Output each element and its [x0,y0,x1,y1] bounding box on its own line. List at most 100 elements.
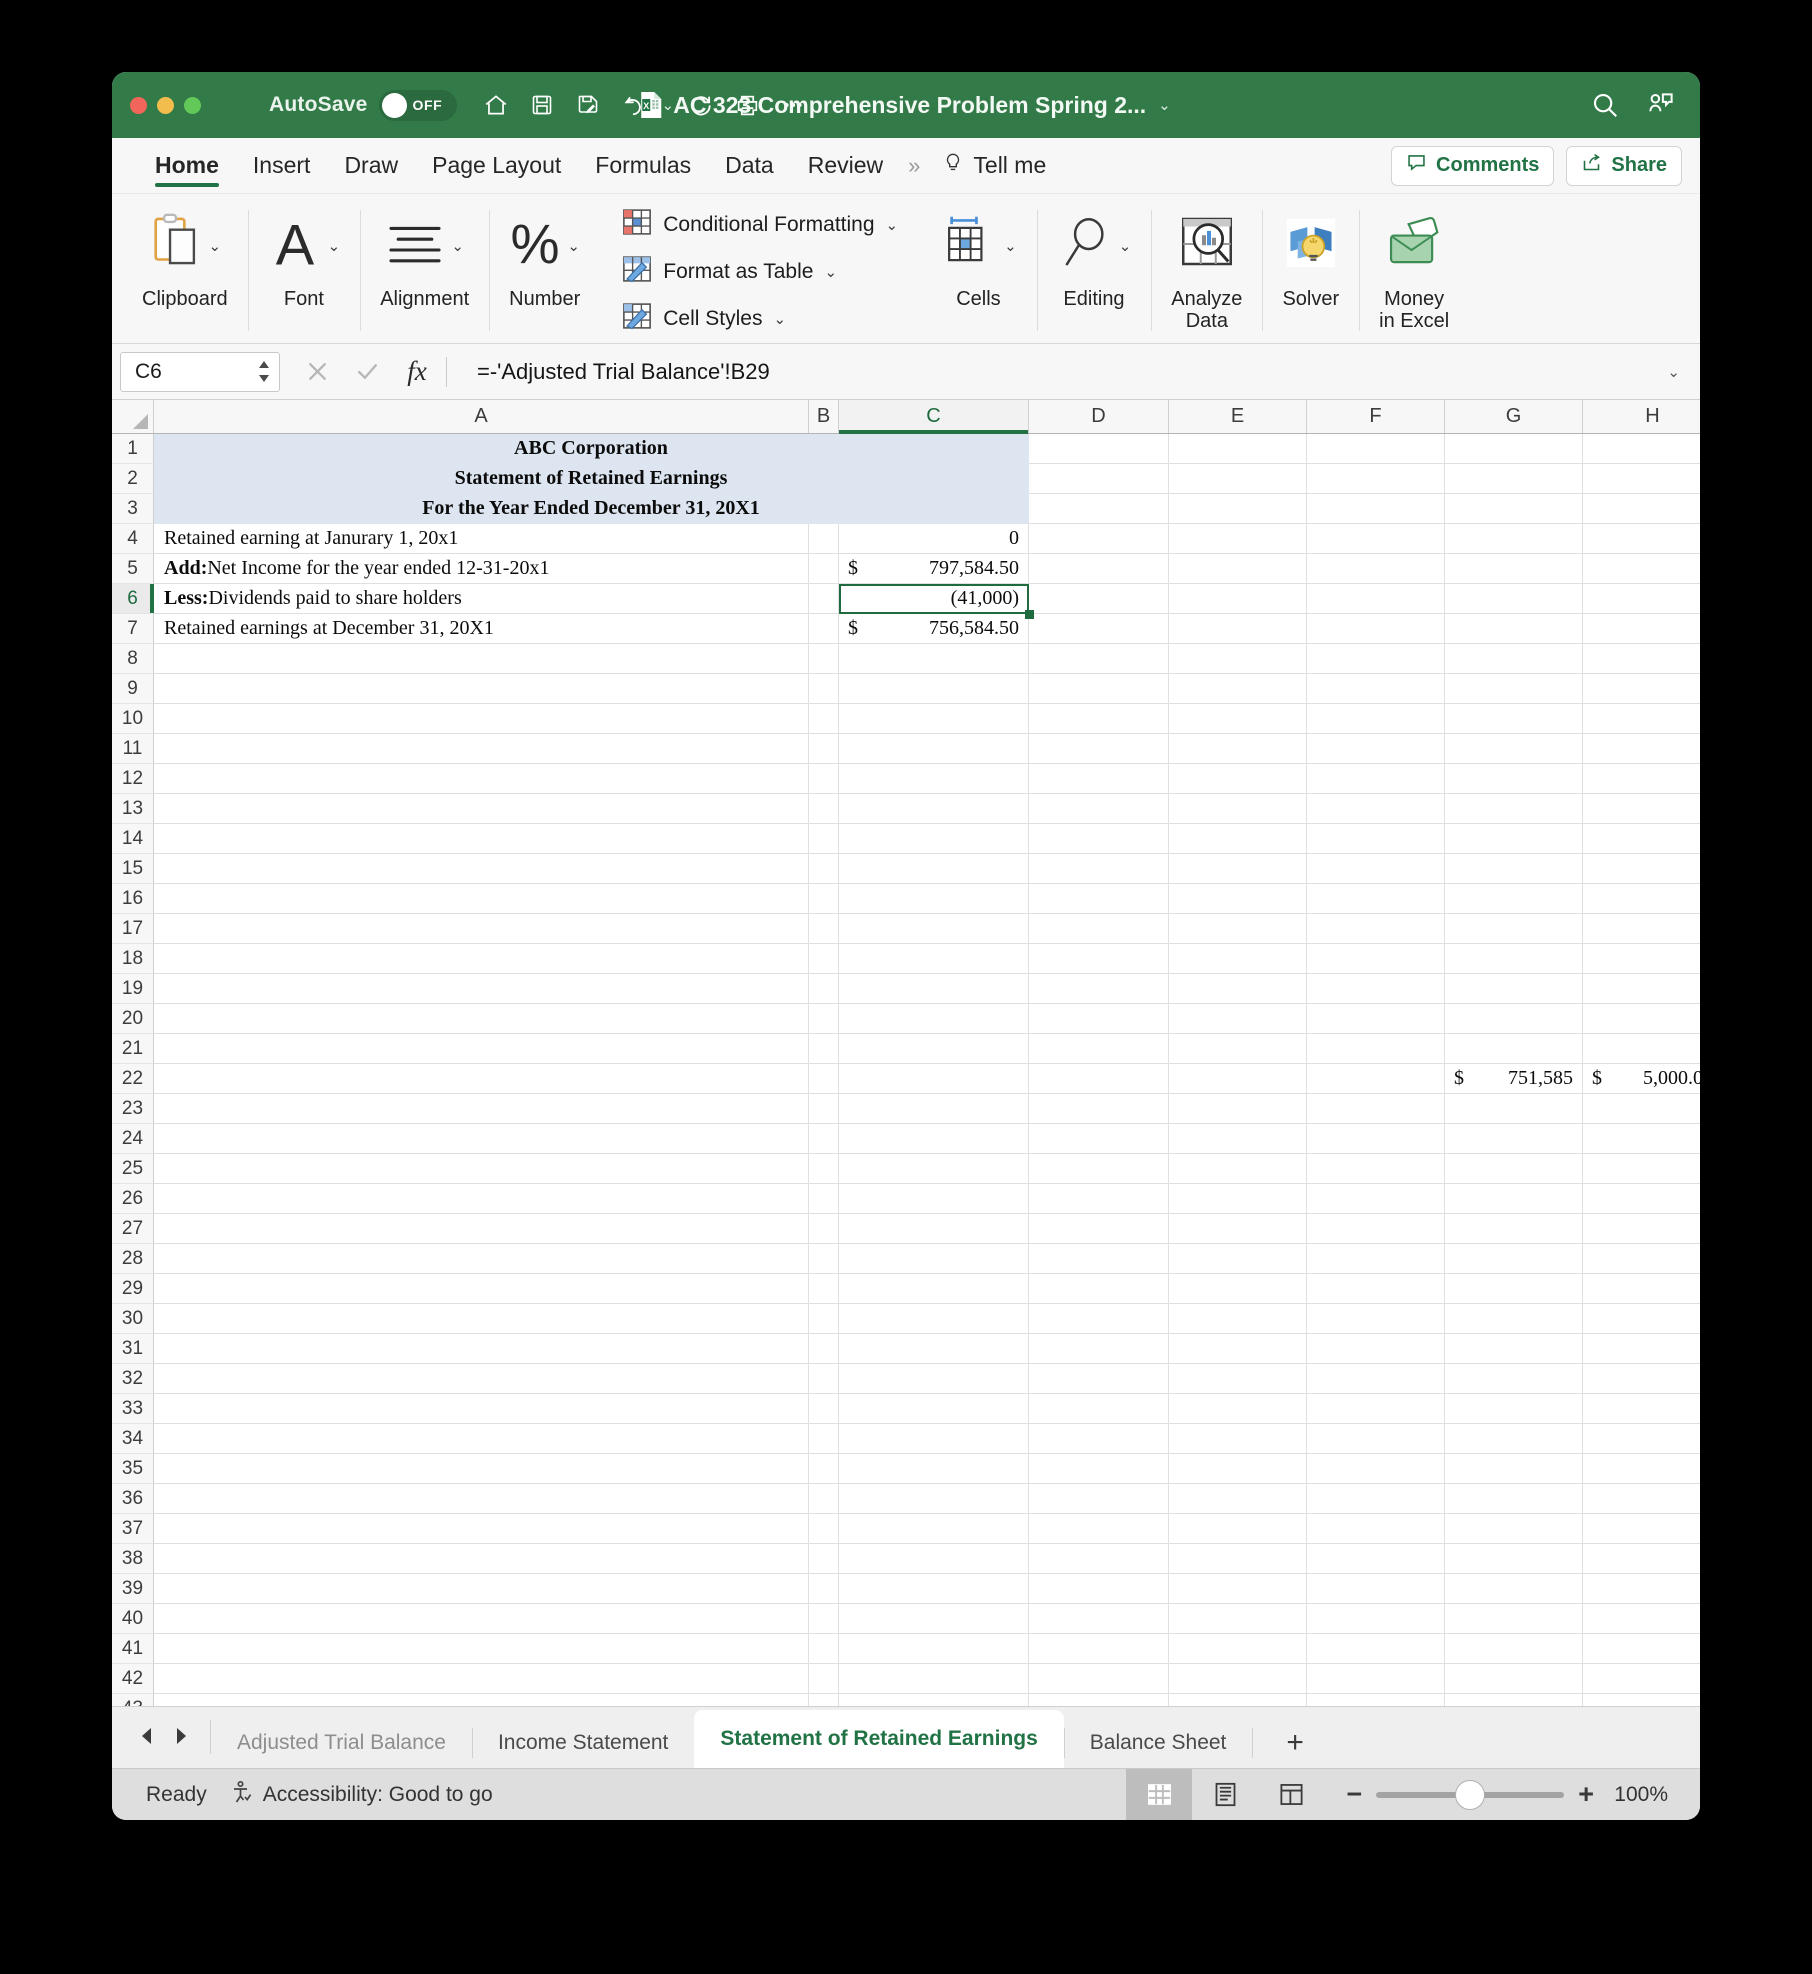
cell-G30[interactable] [1445,1304,1583,1334]
cell-B12[interactable] [809,764,839,794]
cell-C36[interactable] [839,1484,1029,1514]
page-layout-view-icon[interactable] [1192,1769,1258,1820]
cell-B10[interactable] [809,704,839,734]
cell-D5[interactable] [1029,554,1169,584]
cell-F33[interactable] [1307,1394,1445,1424]
cell-E41[interactable] [1169,1634,1307,1664]
cell-A1[interactable]: ABC Corporation [154,434,1029,464]
tab-page-layout[interactable]: Page Layout [415,138,578,193]
cell-A42[interactable] [154,1664,809,1694]
zoom-slider-knob[interactable] [1455,1779,1486,1810]
cell-C16[interactable] [839,884,1029,914]
cell-H8[interactable] [1583,644,1700,674]
cell-A21[interactable] [154,1034,809,1064]
column-header-h[interactable]: H [1583,400,1700,433]
cell-C17[interactable] [839,914,1029,944]
cell-B33[interactable] [809,1394,839,1424]
cell-B24[interactable] [809,1124,839,1154]
cell-H19[interactable] [1583,974,1700,1004]
cell-C40[interactable] [839,1604,1029,1634]
cell-A29[interactable] [154,1274,809,1304]
cell-G29[interactable] [1445,1274,1583,1304]
cell-G17[interactable] [1445,914,1583,944]
row-header-5[interactable]: 5 [112,554,154,584]
cell-A19[interactable] [154,974,809,1004]
cell-F40[interactable] [1307,1604,1445,1634]
cell-F1[interactable] [1307,434,1445,464]
tab-home[interactable]: Home [138,138,236,193]
alignment-chevron-down-icon[interactable]: ⌄ [451,237,464,255]
cell-A12[interactable] [154,764,809,794]
page-break-view-icon[interactable] [1258,1769,1324,1820]
editing-group[interactable]: ⌄ Editing [1036,200,1152,343]
cell-E29[interactable] [1169,1274,1307,1304]
cell-G9[interactable] [1445,674,1583,704]
cell-C9[interactable] [839,674,1029,704]
cell-D29[interactable] [1029,1274,1169,1304]
cell-E26[interactable] [1169,1184,1307,1214]
number-group[interactable]: % ⌄ Number [489,200,600,343]
cell-F7[interactable] [1307,614,1445,644]
cell-B17[interactable] [809,914,839,944]
cell-B43[interactable] [809,1694,839,1706]
row-header-25[interactable]: 25 [112,1154,154,1184]
sheet-tab-statement-of-retained-earnings[interactable]: Statement of Retained Earnings [694,1710,1064,1768]
row-header-29[interactable]: 29 [112,1274,154,1304]
cell-F24[interactable] [1307,1124,1445,1154]
cell-E31[interactable] [1169,1334,1307,1364]
cell-B38[interactable] [809,1544,839,1574]
search-icon[interactable] [1584,84,1626,126]
cell-A4[interactable]: Retained earning at Janurary 1, 20x1 [154,524,809,554]
cell-D10[interactable] [1029,704,1169,734]
cell-F37[interactable] [1307,1514,1445,1544]
cell-A2[interactable]: Statement of Retained Earnings [154,464,1029,494]
cell-F28[interactable] [1307,1244,1445,1274]
cell-F29[interactable] [1307,1274,1445,1304]
cell-C30[interactable] [839,1304,1029,1334]
cell-C10[interactable] [839,704,1029,734]
font-group[interactable]: A ⌄ Font [247,200,361,343]
cell-H13[interactable] [1583,794,1700,824]
cell-B34[interactable] [809,1424,839,1454]
cell-B32[interactable] [809,1364,839,1394]
cell-H24[interactable] [1583,1124,1700,1154]
cell-A37[interactable] [154,1514,809,1544]
cell-A20[interactable] [154,1004,809,1034]
cell-G5[interactable] [1445,554,1583,584]
cell-G36[interactable] [1445,1484,1583,1514]
cell-H39[interactable] [1583,1574,1700,1604]
cell-A23[interactable] [154,1094,809,1124]
cell-B8[interactable] [809,644,839,674]
cell-A15[interactable] [154,854,809,884]
cell-A30[interactable] [154,1304,809,1334]
insert-function-icon[interactable]: fx [394,350,440,394]
cell-E23[interactable] [1169,1094,1307,1124]
cell-E39[interactable] [1169,1574,1307,1604]
cell-C39[interactable] [839,1574,1029,1604]
cell-H7[interactable] [1583,614,1700,644]
cancel-icon[interactable] [294,350,340,394]
row-header-4[interactable]: 4 [112,524,154,554]
cell-H15[interactable] [1583,854,1700,884]
cell-E19[interactable] [1169,974,1307,1004]
cell-F17[interactable] [1307,914,1445,944]
cell-B16[interactable] [809,884,839,914]
save-as-icon[interactable] [567,84,609,126]
cell-G7[interactable] [1445,614,1583,644]
cell-G22[interactable]: $751,585 [1445,1064,1583,1094]
alignment-group[interactable]: ⌄ Alignment [360,200,489,343]
cell-C35[interactable] [839,1454,1029,1484]
cell-D12[interactable] [1029,764,1169,794]
cell-H42[interactable] [1583,1664,1700,1694]
cell-G32[interactable] [1445,1364,1583,1394]
cell-A25[interactable] [154,1154,809,1184]
cell-G4[interactable] [1445,524,1583,554]
cell-D14[interactable] [1029,824,1169,854]
cell-E24[interactable] [1169,1124,1307,1154]
cell-F15[interactable] [1307,854,1445,884]
cell-D11[interactable] [1029,734,1169,764]
money-in-excel-group[interactable]: Money in Excel [1359,200,1469,343]
cell-G19[interactable] [1445,974,1583,1004]
fill-handle[interactable] [1025,610,1034,619]
cell-C42[interactable] [839,1664,1029,1694]
